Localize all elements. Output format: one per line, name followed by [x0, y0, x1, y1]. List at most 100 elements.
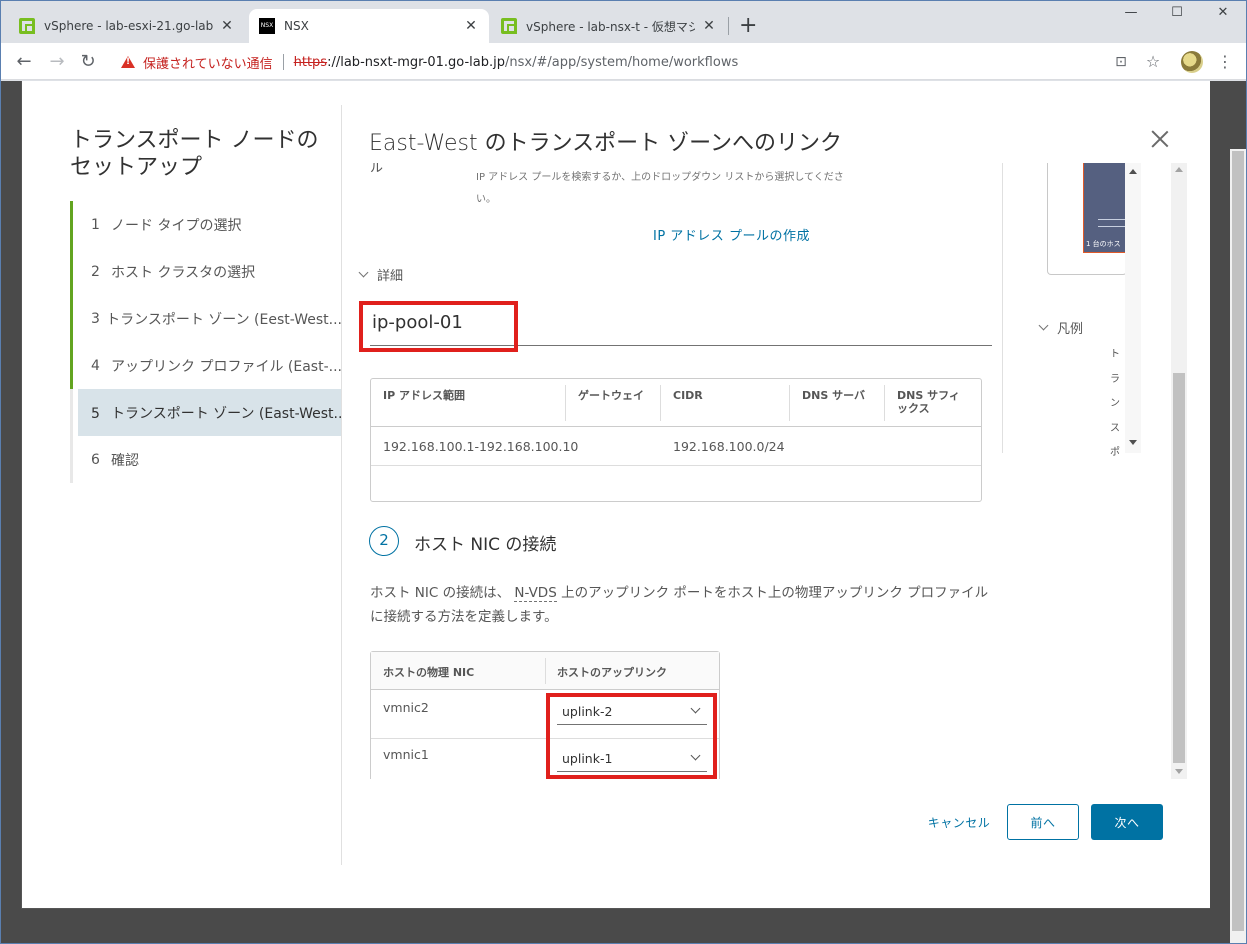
scroll-up-arrow-icon[interactable] — [1129, 169, 1137, 174]
window-close-button[interactable]: ✕ — [1200, 5, 1246, 20]
section-title: ホスト NIC の接続 — [414, 535, 557, 555]
column-header-ip-range[interactable]: IP アドレス範囲 — [383, 389, 465, 402]
wizard-step-2[interactable]: 2 ホスト クラスタの選択 — [70, 248, 342, 295]
tab-strip: vSphere - lab-esxi-21.go-lab.jp - ✕ NSX … — [1, 1, 1246, 43]
tab-title: NSX — [284, 19, 309, 33]
tab-vsphere-esxi[interactable]: vSphere - lab-esxi-21.go-lab.jp - ✕ — [9, 9, 245, 43]
url-scheme: https — [293, 54, 328, 70]
column-divider — [565, 385, 566, 421]
chevron-down-icon — [1038, 320, 1049, 331]
url-path: /nsx/#/app/system/home/workflows — [505, 54, 739, 70]
content-title: East-West のトランスポート ゾーンへのリンク — [369, 131, 843, 156]
annotation-highlight-pool — [359, 301, 518, 352]
tab-close-icon[interactable]: ✕ — [463, 18, 479, 34]
step-number: 5 — [91, 405, 100, 422]
step-label: 確認 — [111, 452, 139, 469]
step-number: 6 — [91, 451, 100, 468]
page-scrollbar-thumb[interactable] — [1232, 151, 1244, 931]
close-icon[interactable] — [1150, 129, 1170, 149]
wizard-content-pane: East-West のトランスポート ゾーンへのリンク ル IP アドレス プー… — [341, 105, 1210, 865]
legend-toggle[interactable]: 凡例 — [1038, 318, 1084, 337]
step-number: 2 — [91, 263, 100, 280]
content-scrollbar[interactable] — [1171, 163, 1187, 779]
back-button[interactable]: ← — [13, 51, 35, 73]
profile-avatar-icon[interactable] — [1181, 51, 1203, 73]
browser-menu-icon[interactable]: ⋮ — [1216, 53, 1234, 71]
preview-divider — [1002, 163, 1003, 453]
tab-title: vSphere - lab-nsx-t - 仮想マシン — [526, 19, 695, 34]
column-header-cidr[interactable]: CIDR — [673, 389, 703, 402]
step-label: ホスト クラスタの選択 — [111, 264, 256, 281]
tab-separator — [728, 17, 729, 35]
warning-icon[interactable] — [121, 56, 135, 68]
wizard-step-3[interactable]: 3 トランスポート ゾーン (Eest-West... — [70, 295, 342, 342]
tab-title: vSphere - lab-esxi-21.go-lab.jp - — [44, 19, 213, 33]
section-number-badge: 2 — [369, 526, 399, 556]
tab-close-icon[interactable]: ✕ — [701, 18, 717, 34]
new-tab-button[interactable]: + — [739, 14, 757, 38]
security-status[interactable]: 保護されていない通信 — [143, 53, 273, 72]
step-label: トランスポート ゾーン (East-West... — [111, 405, 342, 422]
tab-nsx[interactable]: NSX NSX ✕ — [249, 9, 489, 43]
translate-icon[interactable]: ⊡ — [1112, 53, 1130, 71]
column-divider — [545, 658, 546, 684]
annotation-highlight-uplinks — [546, 693, 717, 779]
wizard-step-list: 1 ノード タイプの選択 2 ホスト クラスタの選択 3 トランスポート ゾーン (E… — [70, 201, 342, 483]
content-scroll-area[interactable]: ル IP アドレス プールを検索するか、上のドロップダウン リストから選択してく… — [342, 163, 1211, 779]
column-header-gateway[interactable]: ゲートウェイ — [578, 389, 644, 402]
cell-ip-range: 192.168.100.1-192.168.100.10 — [383, 439, 579, 454]
cell-cidr: 192.168.100.0/24 — [673, 439, 785, 454]
step-number: 3 — [91, 310, 100, 327]
ip-range-table: IP アドレス範囲 ゲートウェイ CIDR DNS サーバ DNS サフィックス… — [370, 378, 982, 502]
page-scrollbar[interactable] — [1230, 149, 1246, 943]
preview-scrollbar[interactable] — [1125, 163, 1141, 453]
preview-lines — [1098, 219, 1126, 227]
step-text: 5 トランスポート ゾーン (East-West... — [91, 403, 342, 423]
column-header-physical-nic[interactable]: ホストの物理 NIC — [383, 664, 474, 680]
column-header-dns-server[interactable]: DNS サーバ — [802, 389, 865, 402]
wizard-step-4[interactable]: 4 アップリンク プロファイル (East-... — [70, 342, 342, 389]
content-scrollbar-thumb[interactable] — [1173, 373, 1185, 763]
minimize-button[interactable]: — — [1108, 5, 1154, 20]
wizard-step-6[interactable]: 6 確認 — [70, 436, 342, 483]
url-host: ://lab-nsxt-mgr-01.go-lab.jp — [327, 54, 506, 70]
cancel-button[interactable]: キャンセル — [922, 804, 996, 840]
column-header-uplink[interactable]: ホストのアップリンク — [557, 664, 667, 680]
vsphere-favicon-icon — [501, 18, 517, 34]
host-preview-label: 1 台のホス — [1086, 240, 1121, 248]
forward-button[interactable]: → — [46, 51, 68, 73]
nvds-term[interactable]: N-VDS — [514, 585, 557, 602]
step-label: アップリンク プロファイル (East-... — [111, 358, 342, 375]
backdrop-bottom-strip — [21, 909, 1210, 943]
scroll-down-arrow-icon[interactable] — [1129, 440, 1137, 445]
column-divider — [884, 385, 885, 421]
wizard-step-5[interactable]: 5 トランスポート ゾーン (East-West... — [70, 389, 342, 436]
address-bar[interactable]: 保護されていない通信 https://lab-nsxt-mgr-01.go-la… — [111, 48, 1131, 76]
scroll-up-arrow-icon[interactable] — [1175, 167, 1183, 172]
tab-close-icon[interactable]: ✕ — [219, 18, 235, 34]
details-toggle[interactable]: 詳細 — [358, 265, 403, 284]
cell-nic-vmnic2: vmnic2 — [383, 700, 429, 715]
wizard-title: トランスポート ノードのセットアップ — [70, 128, 319, 180]
previous-button[interactable]: 前へ — [1007, 804, 1079, 840]
bookmark-star-icon[interactable]: ☆ — [1144, 53, 1162, 71]
column-header-dns-suffix[interactable]: DNS サフィックス — [897, 389, 969, 415]
wizard-step-1[interactable]: 1 ノード タイプの選択 — [70, 201, 342, 248]
wizard-modal: トランスポート ノードのセットアップ 1 ノード タイプの選択 2 ホスト クラスタ… — [22, 81, 1210, 908]
legend-label: 凡例 — [1057, 322, 1084, 337]
create-ip-pool-link[interactable]: IP アドレス プールの作成 — [653, 225, 810, 244]
step-label: ノード タイプの選択 — [111, 217, 242, 234]
legend-char: ラ — [1110, 373, 1120, 385]
topology-preview-card: 1 台のホス — [1047, 163, 1128, 275]
column-divider — [660, 385, 661, 421]
wizard-steps-pane: トランスポート ノードのセットアップ 1 ノード タイプの選択 2 ホスト クラスタ… — [22, 105, 342, 865]
vsphere-favicon-icon — [19, 18, 35, 34]
desc-text: ホスト NIC の接続は、 — [370, 585, 511, 601]
browser-toolbar: ← → ↻ 保護されていない通信 https://lab-nsxt-mgr-01… — [1, 43, 1246, 80]
next-button[interactable]: 次へ — [1091, 804, 1163, 840]
maximize-button[interactable]: ☐ — [1154, 5, 1200, 20]
scroll-down-arrow-icon[interactable] — [1175, 769, 1183, 774]
section-description: ホスト NIC の接続は、 N-VDS 上のアップリンク ポートをホスト上の物理… — [370, 581, 990, 629]
reload-button[interactable]: ↻ — [77, 51, 99, 73]
tab-vsphere-nsx-t[interactable]: vSphere - lab-nsx-t - 仮想マシン ✕ — [491, 9, 727, 43]
